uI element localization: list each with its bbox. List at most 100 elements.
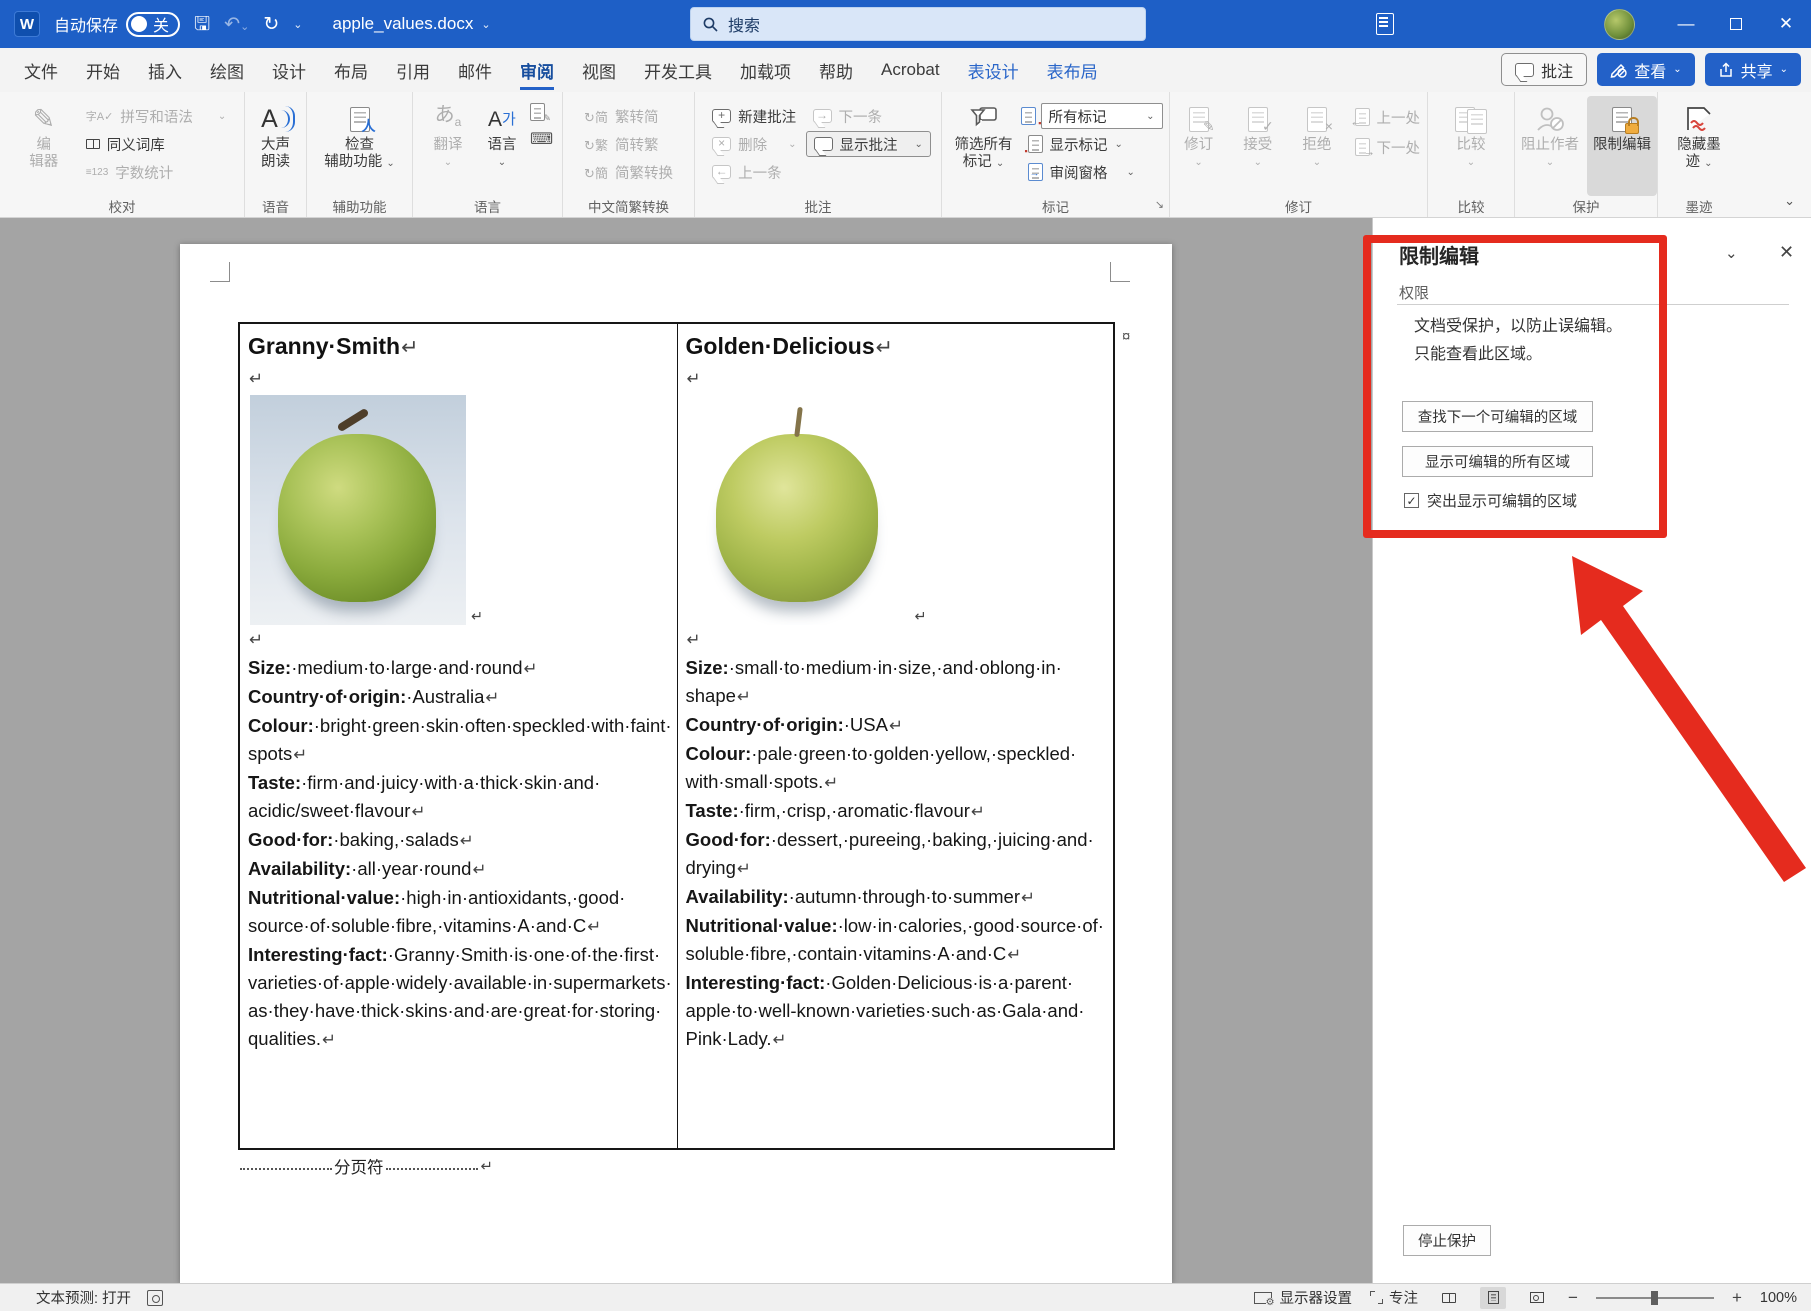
accessibility-icon: 人 (349, 101, 376, 137)
convert-button[interactable]: ↻簡 简繁转换 (577, 159, 680, 185)
tab-mailings[interactable]: 邮件 (444, 48, 506, 92)
display-settings-button[interactable]: 显示器设置 (1253, 1287, 1352, 1308)
next-change-button[interactable]: → 下一处 (1348, 136, 1428, 159)
language-button[interactable]: A가 语言 ⌄ (476, 96, 528, 196)
show-markup-icon: ▪ (1025, 135, 1043, 156)
zoom-out-button[interactable]: − (1568, 1288, 1578, 1308)
previous-change-button[interactable]: ← 上一处 (1348, 106, 1428, 129)
tab-home[interactable]: 开始 (72, 48, 134, 92)
show-markup-button[interactable]: ▪ 显示标记 ⌄ (1021, 131, 1163, 157)
keyboard-icon[interactable]: ⌨ (530, 129, 553, 149)
dialog-launcher-icon[interactable]: ↘ (1155, 198, 1164, 211)
next-comment-icon: → (812, 108, 832, 123)
maximize-button[interactable] (1711, 0, 1761, 48)
spelling-grammar-button[interactable]: 字A✓ 拼写和语法 ⌄ (79, 103, 233, 129)
chevron-down-icon: ⌄ (1673, 64, 1682, 75)
tab-addins[interactable]: 加载项 (726, 48, 805, 92)
word-app-icon[interactable]: W (14, 11, 40, 37)
comments-button[interactable]: 批注 (1501, 53, 1588, 86)
tab-layout[interactable]: 布局 (320, 48, 382, 92)
viewing-mode-button[interactable]: 查看 ⌄ (1597, 53, 1695, 86)
tab-review[interactable]: 审阅 (506, 48, 568, 92)
accept-button[interactable]: ✓ 接受 ⌄ (1229, 96, 1286, 196)
annotate-doc-icon[interactable]: ✎ (529, 103, 551, 123)
print-layout-button[interactable] (1480, 1286, 1507, 1309)
web-layout-button[interactable] (1524, 1287, 1550, 1309)
zoom-level[interactable]: 100% (1760, 1290, 1797, 1306)
doc-paragraph: Nutritional·​value:·​low·​in·​calories,·… (685, 915, 1104, 964)
show-all-editable-regions-button[interactable]: 显示可编辑的所有区域 (1402, 446, 1593, 477)
collapse-ribbon-icon[interactable]: ⌄ (1784, 193, 1795, 209)
row-end-mark: ¤ (1122, 328, 1131, 345)
compare-button[interactable]: 比较 ⌄ (1438, 96, 1504, 196)
tab-help[interactable]: 帮助 (805, 48, 867, 92)
pane-chevron-down-icon[interactable]: ⌄ (1725, 244, 1738, 262)
read-aloud-button[interactable]: A 大声 朗读 (245, 96, 306, 196)
close-button[interactable]: ✕ (1761, 0, 1811, 48)
document-page[interactable]: ¤ Granny·​Smith↵ ↵ ↵ ↵ Size:·​medium·​to… (180, 244, 1172, 1283)
delete-comment-button[interactable]: × 删除 ⌄ (705, 131, 803, 157)
tab-table-layout[interactable]: 表布局 (1033, 48, 1112, 92)
table-cell-golden-delicious[interactable]: Golden·​Delicious↵ ↵ ↵ ↵ Size:·​small·​t… (676, 324, 1114, 1148)
undo-icon[interactable]: ↶⌄ (224, 15, 249, 34)
hide-ink-button[interactable]: 隐藏墨迹 ⌄ (1661, 96, 1737, 196)
spellcheck-icon: 字A✓ (85, 111, 114, 123)
tab-table-design[interactable]: 表设计 (954, 48, 1033, 92)
tab-devtools[interactable]: 开发工具 (630, 48, 726, 92)
editor-button[interactable]: ✎ 编辑器 (11, 96, 77, 196)
reject-button[interactable]: × 拒绝 ⌄ (1288, 96, 1345, 196)
quick-access-chevron-icon[interactable]: ⌄ (293, 18, 302, 31)
text-prediction-icon[interactable] (147, 1289, 164, 1306)
tab-draw[interactable]: 绘图 (196, 48, 258, 92)
group-label-speech: 语音 (262, 200, 289, 215)
previous-comment-button[interactable]: ← 上一条 (705, 159, 803, 185)
reviewing-pane-button[interactable]: → 审阅窗格 ⌄ (1021, 159, 1163, 185)
pane-close-icon[interactable]: ✕ (1779, 242, 1794, 263)
highlight-editable-regions-checkbox[interactable]: ✓ 突出显示可编辑的区域 (1404, 490, 1577, 511)
save-icon[interactable]: 🖫 (194, 15, 210, 34)
focus-button[interactable]: 专注 (1370, 1287, 1418, 1308)
accept-icon: ✓ (1247, 101, 1274, 137)
granny-smith-apple-image (250, 395, 466, 625)
restrict-editing-button[interactable]: 限制编辑 (1587, 96, 1657, 196)
apple-table[interactable]: Granny·​Smith↵ ↵ ↵ ↵ Size:·​medium·​to·​… (238, 322, 1115, 1150)
search-input[interactable]: 搜索 (690, 7, 1146, 41)
new-comment-button[interactable]: + 新建批注 (705, 103, 803, 129)
redo-icon[interactable]: ↻ (263, 15, 279, 34)
search-icon (703, 17, 718, 32)
table-cell-granny-smith[interactable]: Granny·​Smith↵ ↵ ↵ ↵ Size:·​medium·​to·​… (240, 324, 677, 1148)
paragraph-mark: ↵ (970, 802, 985, 821)
clipboard-icon[interactable] (1376, 13, 1394, 35)
document-title[interactable]: apple_values.docx ⌄ (333, 14, 491, 34)
tab-insert[interactable]: 插入 (134, 48, 196, 92)
text-prediction-status[interactable]: 文本预测: 打开 (36, 1287, 131, 1308)
tab-acrobat[interactable]: Acrobat (867, 48, 954, 92)
find-next-editable-region-button[interactable]: 查找下一个可编辑的区域 (1402, 401, 1593, 432)
tab-design[interactable]: 设计 (258, 48, 320, 92)
tab-view[interactable]: 视图 (568, 48, 630, 92)
track-changes-button[interactable]: ✎ 修订 ⌄ (1170, 96, 1227, 196)
translate-button[interactable]: あa 翻译 ⌄ (422, 96, 474, 196)
stop-protection-button[interactable]: 停止保护 (1403, 1225, 1491, 1256)
filter-markup-button[interactable]: 筛选所有 标记 ⌄ (949, 96, 1019, 196)
minimize-button[interactable]: — (1661, 0, 1711, 48)
traditional-to-simplified-button[interactable]: ↻简 繁转简 (577, 103, 680, 129)
check-accessibility-button[interactable]: 人 检查 辅助功能 ⌄ (312, 96, 408, 196)
all-markup-select[interactable]: 所有标记 ⌄ (1040, 103, 1163, 129)
autosave-switch[interactable]: 关 (126, 11, 181, 37)
zoom-slider[interactable] (1595, 1290, 1714, 1305)
simplified-to-traditional-button[interactable]: ↻繁 简转繁 (577, 131, 680, 157)
tab-references[interactable]: 引用 (382, 48, 444, 92)
zoom-slider-handle[interactable] (1650, 1290, 1658, 1305)
avatar[interactable] (1604, 8, 1635, 40)
word-count-button[interactable]: ≡123 字数统计 (79, 159, 233, 185)
zoom-in-button[interactable]: + (1732, 1288, 1742, 1308)
thesaurus-button[interactable]: 同义词库 (79, 131, 233, 157)
share-button[interactable]: 共享 ⌄ (1704, 53, 1801, 86)
autosave-toggle[interactable]: 自动保存 关 (54, 11, 181, 37)
show-comments-button[interactable]: 显示批注 ⌄ (805, 131, 931, 157)
next-comment-button[interactable]: → 下一条 (806, 103, 931, 129)
tab-file[interactable]: 文件 (10, 48, 72, 92)
block-authors-button[interactable]: 阻止作者 ⌄ (1515, 96, 1585, 196)
read-mode-button[interactable] (1436, 1287, 1462, 1309)
